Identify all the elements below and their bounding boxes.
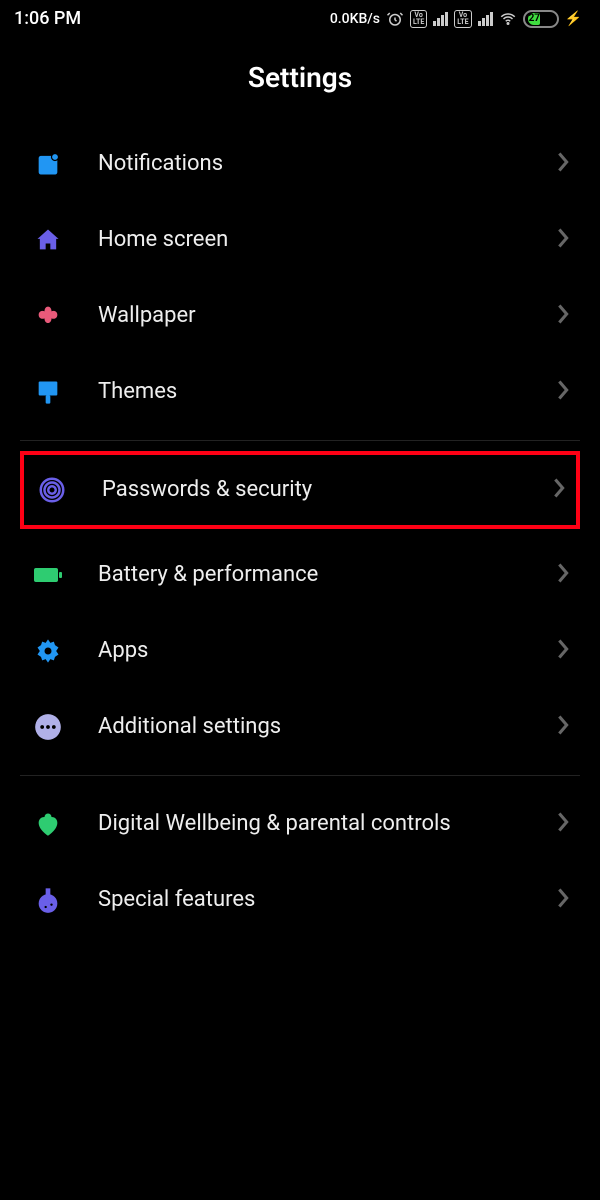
signal-icon-2 xyxy=(478,12,493,26)
settings-item-digital-wellbeing[interactable]: Digital Wellbeing & parental controls xyxy=(20,786,580,862)
settings-item-additional[interactable]: Additional settings xyxy=(20,689,580,765)
chevron-right-icon xyxy=(556,714,570,740)
settings-item-themes[interactable]: Themes xyxy=(20,354,580,430)
chevron-right-icon xyxy=(556,887,570,913)
flask-icon xyxy=(30,886,66,914)
chevron-right-icon xyxy=(556,227,570,253)
battery-icon xyxy=(30,564,66,586)
status-bar: 1:06 PM 0.0KB/s VoLTE VoLTE 27 ⚡ xyxy=(0,0,600,37)
brush-icon xyxy=(30,378,66,406)
signal-icon-1 xyxy=(433,12,448,26)
highlight-passwords-security: Passwords & security xyxy=(20,451,580,529)
divider xyxy=(20,775,580,776)
settings-list-3: Digital Wellbeing & parental controls Sp… xyxy=(0,786,600,938)
settings-item-battery[interactable]: Battery & performance xyxy=(20,537,580,613)
settings-list-2: Battery & performance Apps Additional se… xyxy=(0,537,600,765)
chevron-right-icon xyxy=(552,477,566,503)
settings-item-home-screen[interactable]: Home screen xyxy=(20,202,580,278)
network-speed: 0.0KB/s xyxy=(330,11,380,27)
settings-item-label: Apps xyxy=(98,637,524,665)
chevron-right-icon xyxy=(556,379,570,405)
more-icon xyxy=(30,713,66,741)
wifi-icon xyxy=(499,10,517,28)
settings-item-label: Special features xyxy=(98,886,524,914)
settings-item-label: Additional settings xyxy=(98,713,524,741)
settings-item-wallpaper[interactable]: Wallpaper xyxy=(20,278,580,354)
settings-list: Notifications Home screen Wallpaper Them… xyxy=(0,126,600,430)
chevron-right-icon xyxy=(556,638,570,664)
gear-icon xyxy=(30,637,66,665)
divider xyxy=(20,440,580,441)
notifications-icon xyxy=(30,150,66,178)
settings-item-label: Battery & performance xyxy=(98,561,524,589)
settings-item-passwords-security[interactable]: Passwords & security xyxy=(24,455,576,525)
settings-item-label: Digital Wellbeing & parental controls xyxy=(98,810,524,838)
chevron-right-icon xyxy=(556,811,570,837)
heart-icon xyxy=(30,810,66,838)
settings-item-label: Notifications xyxy=(98,150,524,178)
fingerprint-icon xyxy=(34,475,70,505)
alarm-icon xyxy=(386,10,404,28)
settings-item-label: Themes xyxy=(98,378,524,406)
chevron-right-icon xyxy=(556,151,570,177)
settings-item-notifications[interactable]: Notifications xyxy=(20,126,580,202)
page-title: Settings xyxy=(0,37,600,126)
flower-icon xyxy=(30,302,66,330)
battery-icon: 27 xyxy=(523,10,559,28)
settings-item-label: Home screen xyxy=(98,226,524,254)
settings-item-apps[interactable]: Apps xyxy=(20,613,580,689)
charging-icon: ⚡ xyxy=(565,11,582,27)
settings-item-label: Passwords & security xyxy=(102,476,520,504)
status-time: 1:06 PM xyxy=(14,8,81,29)
chevron-right-icon xyxy=(556,562,570,588)
status-right: 0.0KB/s VoLTE VoLTE 27 ⚡ xyxy=(330,10,582,28)
volte-icon-1: VoLTE xyxy=(410,10,427,28)
volte-icon-2: VoLTE xyxy=(454,10,471,28)
home-icon xyxy=(30,226,66,254)
settings-item-label: Wallpaper xyxy=(98,302,524,330)
settings-item-special-features[interactable]: Special features xyxy=(20,862,580,938)
chevron-right-icon xyxy=(556,303,570,329)
